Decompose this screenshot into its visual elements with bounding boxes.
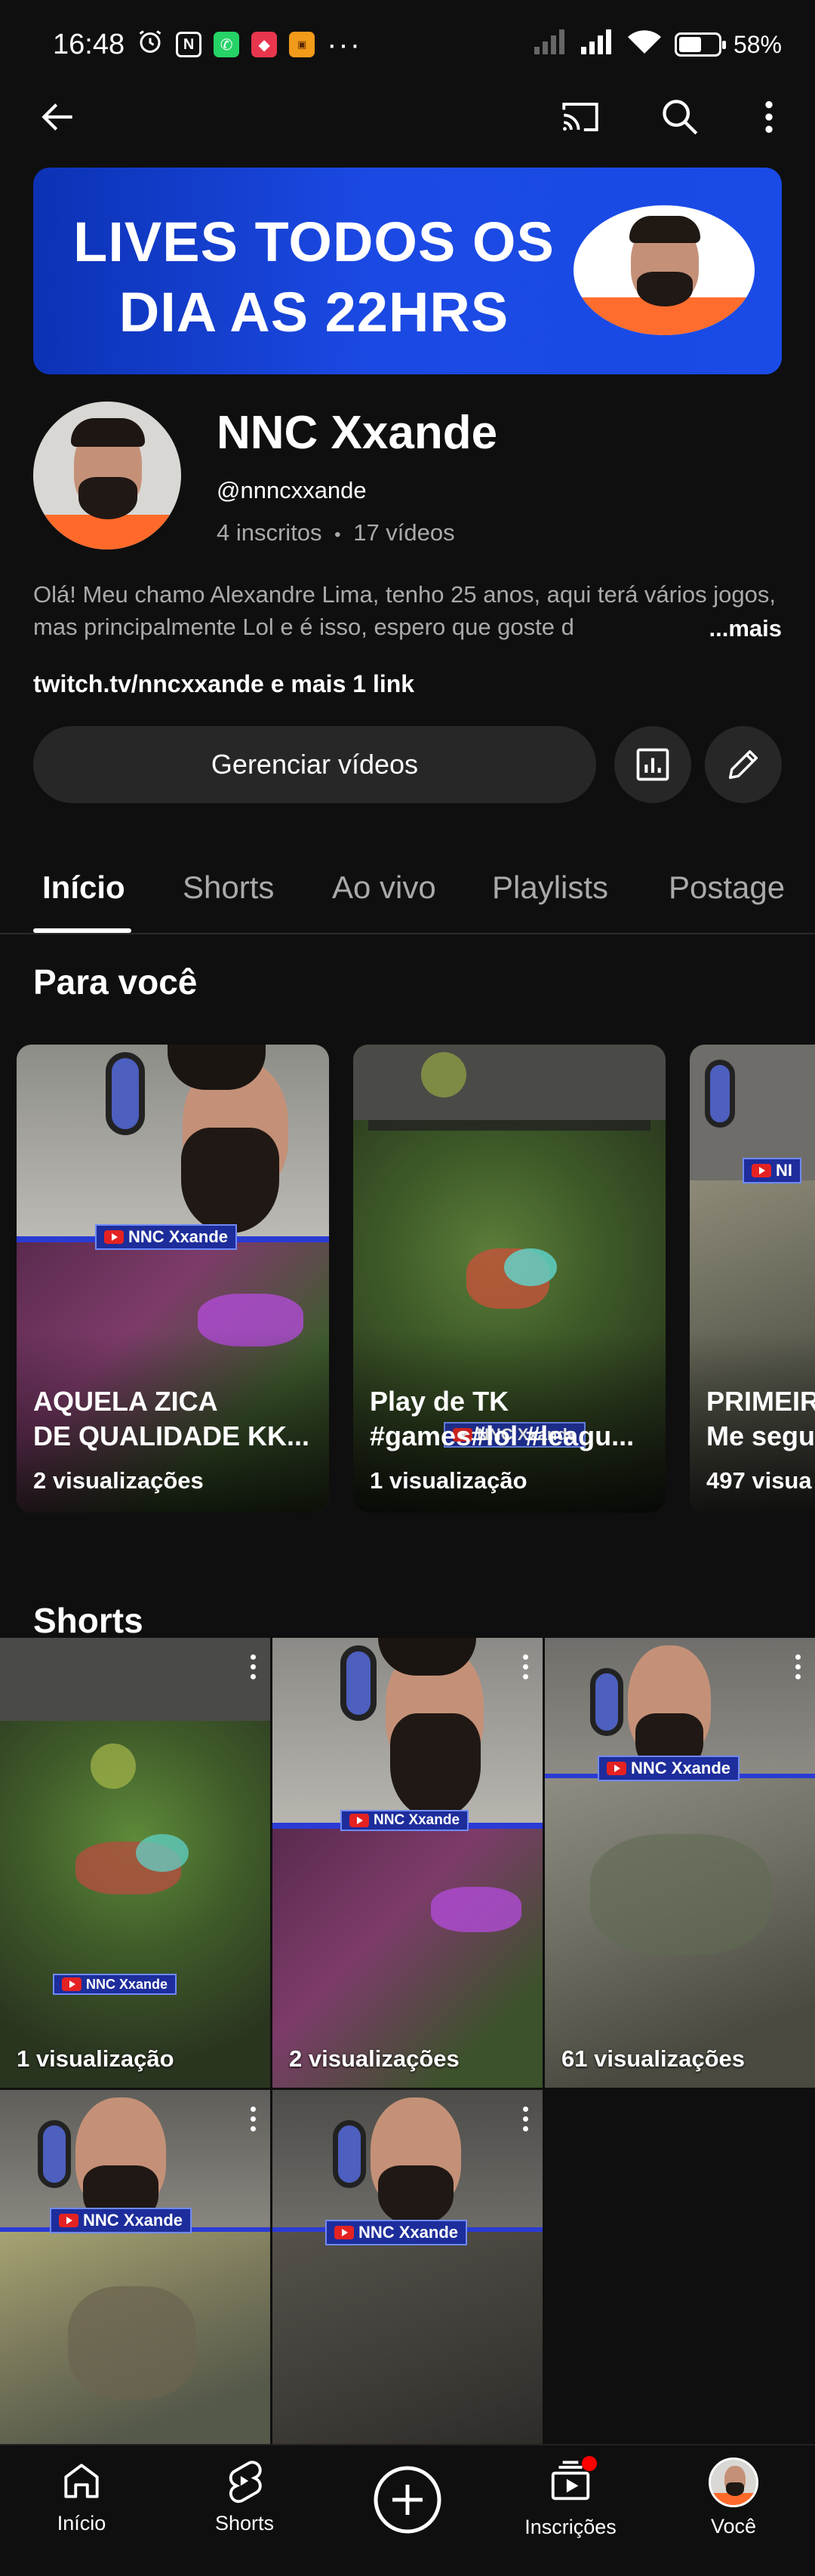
wifi-icon [626, 28, 663, 62]
short-more-icon[interactable] [795, 1654, 801, 1684]
channel-watermark: NNC Xxande [598, 1756, 740, 1781]
channel-banner: LIVES TODOS OS DIA AS 22HRS [33, 168, 782, 374]
channel-links[interactable]: twitch.tv/nncxxande e mais 1 link [33, 670, 414, 698]
nav-voce[interactable]: Você [658, 2458, 809, 2538]
short-more-icon[interactable] [251, 1654, 257, 1684]
tab-postagens[interactable]: Postage [669, 869, 785, 906]
status-bar: 16:48 N ✆ ◆ ▣ ··· 58% [0, 0, 815, 89]
channel-link-more[interactable]: e mais 1 link [264, 670, 414, 697]
short-more-icon[interactable] [251, 2107, 257, 2136]
nav-label: Shorts [214, 2512, 275, 2534]
home-icon [64, 2464, 99, 2498]
short-views: 2 visualizações [289, 2045, 460, 2072]
analytics-icon [636, 748, 669, 781]
pencil-icon [728, 749, 758, 780]
description-more-link[interactable]: ...mais [656, 612, 782, 645]
banner-line-1: LIVES TODOS OS [73, 211, 555, 273]
tab-playlists[interactable]: Playlists [492, 869, 608, 906]
search-icon [663, 100, 698, 135]
battery-percent: 58% [733, 30, 782, 58]
short-more-icon[interactable] [523, 1654, 529, 1684]
avatar-icon [709, 2458, 758, 2507]
nfc-icon: N [176, 32, 202, 57]
notification-dot [582, 2456, 597, 2471]
subscriber-count: 4 inscritos [217, 519, 322, 546]
app-notification-icon: ◆ [251, 32, 278, 57]
channel-handle: @nnncxxande [217, 477, 367, 503]
status-time: 16:48 [53, 28, 125, 60]
channel-watermark: NNC Xxande [95, 1224, 238, 1250]
video-card[interactable]: NNC Xxande AQUELA ZICA DE QUALIDADE KK..… [17, 1045, 329, 1513]
banner-line-2: DIA AS 22HRS [118, 281, 509, 343]
manage-videos-button[interactable]: Gerenciar vídeos [33, 726, 596, 803]
search-button[interactable] [652, 89, 708, 145]
channel-link[interactable]: twitch.tv/nncxxande [33, 670, 264, 697]
channel-watermark: NNC Xxande [325, 2220, 468, 2245]
bottom-nav: Início Shorts Inscrições Você [0, 2444, 815, 2576]
video-title: Play de TK #games#lol #leagu... [370, 1386, 635, 1451]
create-icon [374, 2466, 441, 2534]
channel-watermark: NI [743, 1158, 801, 1183]
short-item[interactable]: NNC Xxande [272, 2090, 543, 2444]
battery-fill [678, 37, 701, 52]
stats-separator: • [334, 525, 341, 545]
more-vert-icon [765, 101, 773, 133]
channel-description[interactable]: Olá! Meu chamo Alexandre Lima, tenho 25 … [33, 578, 782, 645]
cast-icon [562, 103, 598, 131]
banner-avatar [574, 205, 755, 335]
short-views: 61 visualizações [561, 2045, 745, 2072]
game-app-icon: ▣ [289, 32, 315, 57]
no-signal-icon [533, 29, 567, 61]
channel-tabs: Início Shorts Ao vivo Playlists Postage [0, 853, 815, 934]
alarm-icon [137, 28, 164, 62]
back-button[interactable] [30, 89, 86, 145]
video-card[interactable]: NNC Xxande Play de TK #games#lol #leagu.… [353, 1045, 666, 1513]
channel-stats: 4 inscritos • 17 vídeos [217, 519, 455, 546]
short-item[interactable]: NNC Xxande 2 visualizações [272, 1638, 543, 2088]
banner-text: LIVES TODOS OS DIA AS 22HRS [57, 207, 570, 347]
nav-inicio[interactable]: Início [6, 2458, 157, 2535]
nav-shorts[interactable]: Shorts [169, 2458, 320, 2535]
tab-ao-vivo[interactable]: Ao vivo [332, 869, 436, 906]
battery-icon [674, 32, 726, 57]
video-views: 497 visua [706, 1467, 812, 1494]
shorts-title: Shorts [33, 1601, 143, 1640]
nav-label: Inscrições [524, 2516, 617, 2538]
cast-button[interactable] [552, 89, 608, 145]
tab-shorts[interactable]: Shorts [183, 869, 274, 906]
more-options-button[interactable] [741, 89, 797, 145]
channel-avatar[interactable] [33, 402, 181, 549]
nav-create[interactable] [332, 2464, 483, 2536]
channel-watermark: NNC Xxande [53, 1974, 177, 1995]
video-title: AQUELA ZICA DE QUALIDADE KK... [33, 1386, 310, 1451]
for-you-title: Para você [33, 962, 198, 1002]
edit-channel-button[interactable] [705, 726, 782, 803]
signal-icon [580, 29, 614, 61]
short-item[interactable]: NNC Xxande [0, 2090, 270, 2444]
video-card[interactable]: NI PRIMEIR Me segu 497 visua [690, 1045, 815, 1513]
channel-name: NNC Xxande [217, 407, 498, 459]
tab-inicio[interactable]: Início [42, 869, 125, 906]
short-more-icon[interactable] [523, 2107, 529, 2136]
shorts-icon [229, 2461, 262, 2504]
video-count: 17 vídeos [353, 519, 455, 546]
video-title: PRIMEIR Me segu [706, 1386, 815, 1451]
short-item[interactable]: NNC Xxande 61 visualizações [545, 1638, 815, 2088]
nav-inscricoes[interactable]: Inscrições [495, 2456, 646, 2539]
short-views: 1 visualização [17, 2045, 174, 2072]
analytics-button[interactable] [614, 726, 691, 803]
video-views: 1 visualização [370, 1467, 527, 1494]
channel-watermark: NNC Xxande [50, 2208, 192, 2233]
nav-label: Início [57, 2512, 106, 2534]
top-bar [0, 89, 815, 145]
more-notifications-icon: ··· [327, 27, 362, 61]
channel-watermark: NNC Xxande [340, 1810, 469, 1831]
nav-label: Você [710, 2515, 757, 2538]
active-tab-indicator [33, 928, 131, 933]
arrow-left-icon [42, 103, 72, 131]
video-views: 2 visualizações [33, 1467, 204, 1494]
short-item[interactable]: NNC Xxande 1 visualização [0, 1638, 270, 2088]
whatsapp-icon: ✆ [214, 32, 240, 57]
